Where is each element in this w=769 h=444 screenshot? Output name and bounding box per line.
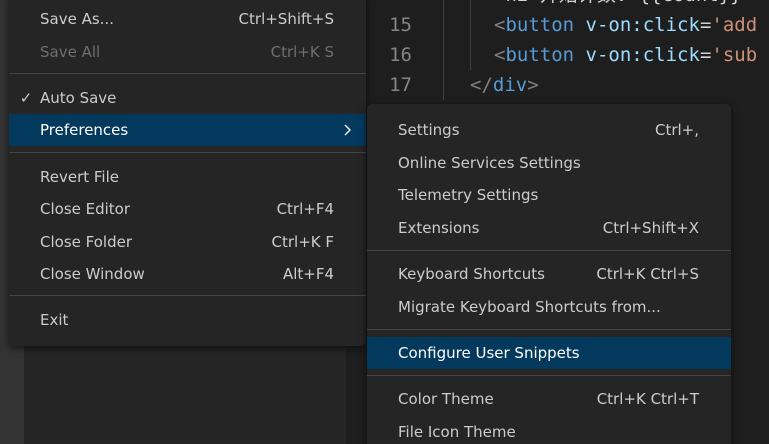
- menu-item-label: Settings: [398, 121, 460, 139]
- code-text: <button v-on:click='add: [494, 14, 758, 36]
- menu-item-settings[interactable]: Settings Ctrl+,: [367, 114, 731, 146]
- menu-item-save-as[interactable]: Save As... Ctrl+Shift+S: [9, 3, 366, 35]
- menu-item-label: Auto Save: [40, 89, 117, 107]
- menu-item-telemetry-settings[interactable]: Telemetry Settings: [367, 179, 731, 211]
- menu-item-label: Migrate Keyboard Shortcuts from...: [398, 298, 661, 316]
- menu-item-extensions[interactable]: Extensions Ctrl+Shift+X: [367, 212, 731, 244]
- menu-item-file-icon-theme[interactable]: File Icon Theme: [367, 416, 731, 444]
- menu-item-label: Save All: [40, 43, 101, 61]
- menu-item-shortcut: Ctrl+F4: [276, 200, 334, 218]
- menu-item-auto-save[interactable]: ✓ Auto Save: [9, 82, 366, 114]
- menu-separator: [367, 375, 731, 376]
- menu-item-label: Color Theme: [398, 390, 494, 408]
- code-line[interactable]: 15 <button v-on:click='add: [346, 10, 769, 40]
- menu-separator: [367, 329, 731, 330]
- vscode-window: <h2>开始计数: {{count}} 15 <button v-on:clic…: [0, 0, 769, 444]
- menu-item-label: Exit: [40, 311, 69, 329]
- code-text: <h2>开始计数: {{count}}: [494, 0, 742, 10]
- menu-item-label: Close Folder: [40, 233, 132, 251]
- menu-item-shortcut: Ctrl+,: [654, 121, 699, 139]
- menu-separator: [9, 73, 366, 74]
- code-line[interactable]: 16 <button v-on:click='sub: [346, 40, 769, 70]
- menu-item-preferences[interactable]: Preferences: [9, 114, 366, 146]
- code-line[interactable]: 17 </div>: [346, 70, 769, 100]
- line-number: 15: [389, 14, 412, 36]
- menu-item-online-services-settings[interactable]: Online Services Settings: [367, 147, 731, 179]
- checkmark-icon: ✓: [19, 89, 33, 107]
- menu-separator: [9, 295, 366, 296]
- menu-item-label: File Icon Theme: [398, 423, 516, 441]
- line-number: 16: [389, 44, 412, 66]
- menu-item-shortcut: Ctrl+Shift+X: [602, 219, 699, 237]
- menu-item-shortcut: Alt+F4: [282, 265, 334, 283]
- code-line-partial[interactable]: <h2>开始计数: {{count}}: [346, 0, 769, 10]
- menu-item-label: Close Editor: [40, 200, 131, 218]
- menu-item-shortcut: Ctrl+K Ctrl+T: [596, 390, 699, 408]
- menu-item-label: Close Window: [40, 265, 145, 283]
- line-number: 17: [389, 74, 412, 96]
- chevron-right-icon: [344, 124, 351, 136]
- menu-item-shortcut: Ctrl+K F: [271, 233, 335, 251]
- menu-item-save-all[interactable]: Save All Ctrl+K S: [9, 36, 366, 68]
- code-text: </div>: [470, 74, 539, 96]
- preferences-submenu: Settings Ctrl+, Online Services Settings…: [367, 104, 731, 444]
- menu-item-label: Extensions: [398, 219, 480, 237]
- menu-item-migrate-keyboard-shortcuts[interactable]: Migrate Keyboard Shortcuts from...: [367, 291, 731, 323]
- menu-item-color-theme[interactable]: Color Theme Ctrl+K Ctrl+T: [367, 383, 731, 415]
- menu-item-close-folder[interactable]: Close Folder Ctrl+K F: [9, 226, 366, 258]
- menu-item-shortcut: Ctrl+K Ctrl+S: [596, 265, 699, 283]
- menu-item-label: Configure User Snippets: [398, 344, 580, 362]
- menu-item-label: Save As...: [40, 10, 114, 28]
- menu-item-keyboard-shortcuts[interactable]: Keyboard Shortcuts Ctrl+K Ctrl+S: [367, 258, 731, 290]
- menu-item-label: Keyboard Shortcuts: [398, 265, 545, 283]
- menu-item-revert-file[interactable]: Revert File: [9, 161, 366, 193]
- menu-item-shortcut: Ctrl+Shift+S: [238, 10, 334, 28]
- menu-separator: [9, 152, 366, 153]
- menu-item-label: Revert File: [40, 168, 119, 186]
- menu-item-shortcut: Ctrl+K S: [270, 43, 334, 61]
- menu-item-configure-user-snippets[interactable]: Configure User Snippets: [367, 337, 731, 369]
- menu-item-close-window[interactable]: Close Window Alt+F4: [9, 258, 366, 290]
- code-text: <button v-on:click='sub: [494, 44, 758, 66]
- menu-item-close-editor[interactable]: Close Editor Ctrl+F4: [9, 193, 366, 225]
- menu-item-label: Preferences: [40, 121, 129, 139]
- menu-item-label: Online Services Settings: [398, 154, 581, 172]
- menu-item-exit[interactable]: Exit: [9, 304, 366, 336]
- menu-item-label: Telemetry Settings: [398, 186, 539, 204]
- file-menu: Save As... Ctrl+Shift+S Save All Ctrl+K …: [9, 0, 366, 346]
- menu-separator: [367, 250, 731, 251]
